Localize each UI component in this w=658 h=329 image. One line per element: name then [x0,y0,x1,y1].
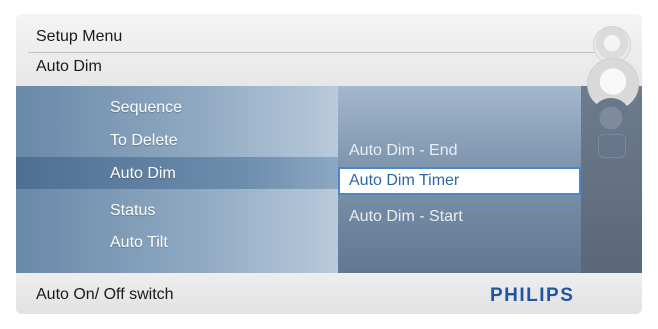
menu-item-auto-tilt[interactable]: Auto Tilt [110,234,168,252]
icon-column [577,14,642,164]
menu-item-to-delete[interactable]: To Delete [110,132,178,150]
menu-highlight [16,157,338,189]
footer-hint: Auto On/ Off switch [36,286,174,303]
page-subtitle: Auto Dim [36,58,102,75]
submenu-item-auto-dim-start[interactable]: Auto Dim - Start [349,208,463,226]
submenu-item-auto-dim-timer[interactable]: Auto Dim Timer [338,167,581,195]
page-title: Setup Menu [36,28,123,45]
menu-item-sequence[interactable]: Sequence [110,99,182,117]
brand-logo: PHILIPS [490,285,575,306]
screen-frame: Setup Menu Auto Dim Sequence To Delete A… [16,14,642,314]
menu-area: Sequence To Delete Auto Dim Status Auto … [16,86,642,273]
header: Setup Menu Auto Dim [16,14,642,86]
slideshow-icon[interactable] [591,98,631,138]
footer: Auto On/ Off switch PHILIPS [16,273,642,314]
submenu-item-label: Auto Dim Timer [349,172,460,189]
menu-item-auto-dim[interactable]: Auto Dim [110,165,176,183]
menu-item-status[interactable]: Status [110,202,155,220]
trash-icon[interactable] [598,134,626,158]
header-divider [28,52,612,53]
submenu-item-auto-dim-end[interactable]: Auto Dim - End [349,142,457,160]
